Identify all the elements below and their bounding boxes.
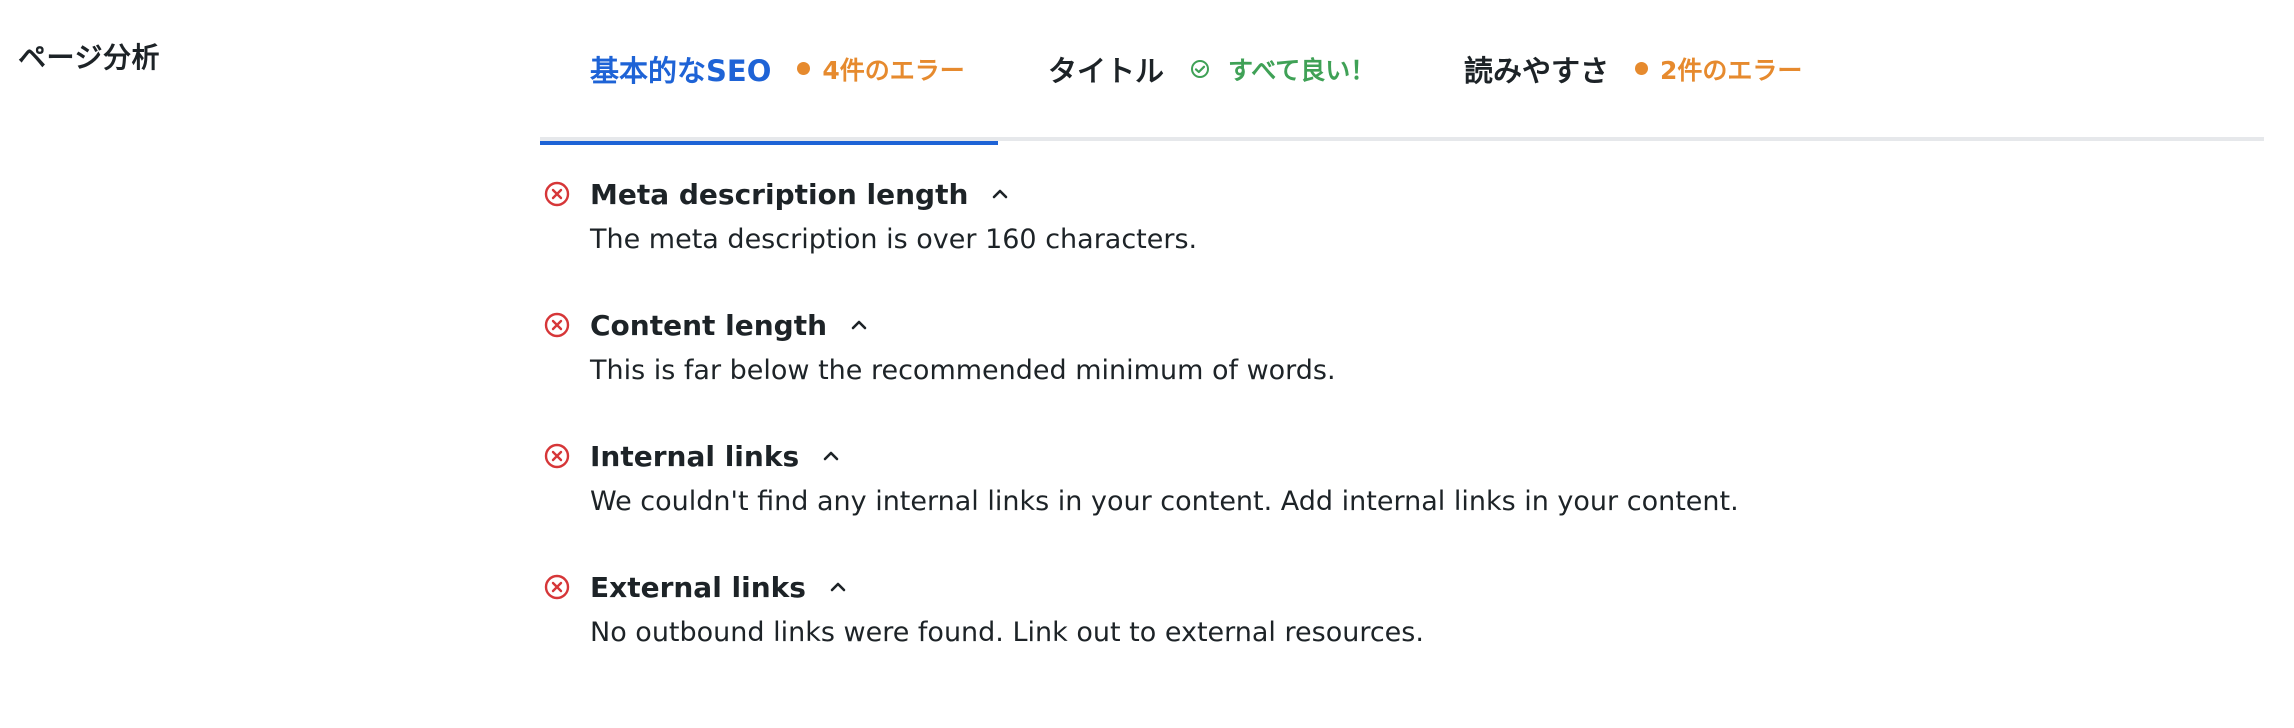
check-internal-links: Internal links We couldn't find any inte… [540, 434, 2264, 517]
check-description: This is far below the recommended minimu… [590, 355, 1336, 386]
x-circle-icon [543, 180, 571, 208]
check-title: External links [590, 570, 806, 604]
check-title: Internal links [590, 439, 800, 473]
tab-title-status: すべて良い！ [1228, 55, 1376, 85]
chevron-up-icon[interactable] [990, 184, 1010, 204]
check-description: The meta description is over 160 charact… [590, 224, 1198, 255]
x-circle-icon [543, 442, 571, 470]
check-circle-icon [1190, 59, 1210, 79]
tab-readability[interactable]: 読みやすさ 2件のエラー [1464, 0, 1884, 141]
tab-basic-seo-status: 4件のエラー [822, 55, 965, 85]
chevron-up-icon[interactable] [849, 315, 869, 335]
tab-basic-seo[interactable]: 基本的なSEO 4件のエラー [540, 0, 998, 145]
tab-title[interactable]: タイトル すべて良い！ [1048, 0, 1378, 141]
check-header[interactable]: Meta description length [540, 172, 2264, 216]
section-title: ページ分析 [18, 41, 160, 74]
check-meta-description: Meta description length The meta descrip… [540, 172, 2264, 255]
check-description: No outbound links were found. Link out t… [590, 617, 1424, 648]
check-title: Content length [590, 308, 828, 342]
check-title: Meta description length [590, 177, 969, 211]
check-description: We couldn't find any internal links in y… [590, 486, 1739, 517]
check-header[interactable]: External links [540, 565, 2264, 609]
analysis-tabs: 基本的なSEO 4件のエラー タイトル すべて良い！ 読みやすさ 2件のエラー [540, 0, 2264, 145]
check-header[interactable]: Content length [540, 303, 2264, 347]
x-circle-icon [543, 311, 571, 339]
check-header[interactable]: Internal links [540, 434, 2264, 478]
warning-dot-icon [1635, 62, 1649, 75]
x-circle-icon [543, 573, 571, 601]
warning-dot-icon [797, 62, 811, 75]
chevron-up-icon[interactable] [828, 577, 848, 597]
check-external-links: External links No outbound links were fo… [540, 565, 2264, 648]
analysis-panel: 基本的なSEO 4件のエラー タイトル すべて良い！ 読みやすさ 2件のエラー [540, 0, 2264, 728]
chevron-up-icon[interactable] [821, 446, 841, 466]
tab-readability-status: 2件のエラー [1660, 55, 1803, 85]
tab-title-label: タイトル [1048, 53, 1165, 88]
tab-basic-seo-label: 基本的なSEO [590, 53, 772, 88]
tab-readability-label: 読みやすさ [1464, 53, 1610, 88]
check-content-length: Content length This is far below the rec… [540, 303, 2264, 386]
